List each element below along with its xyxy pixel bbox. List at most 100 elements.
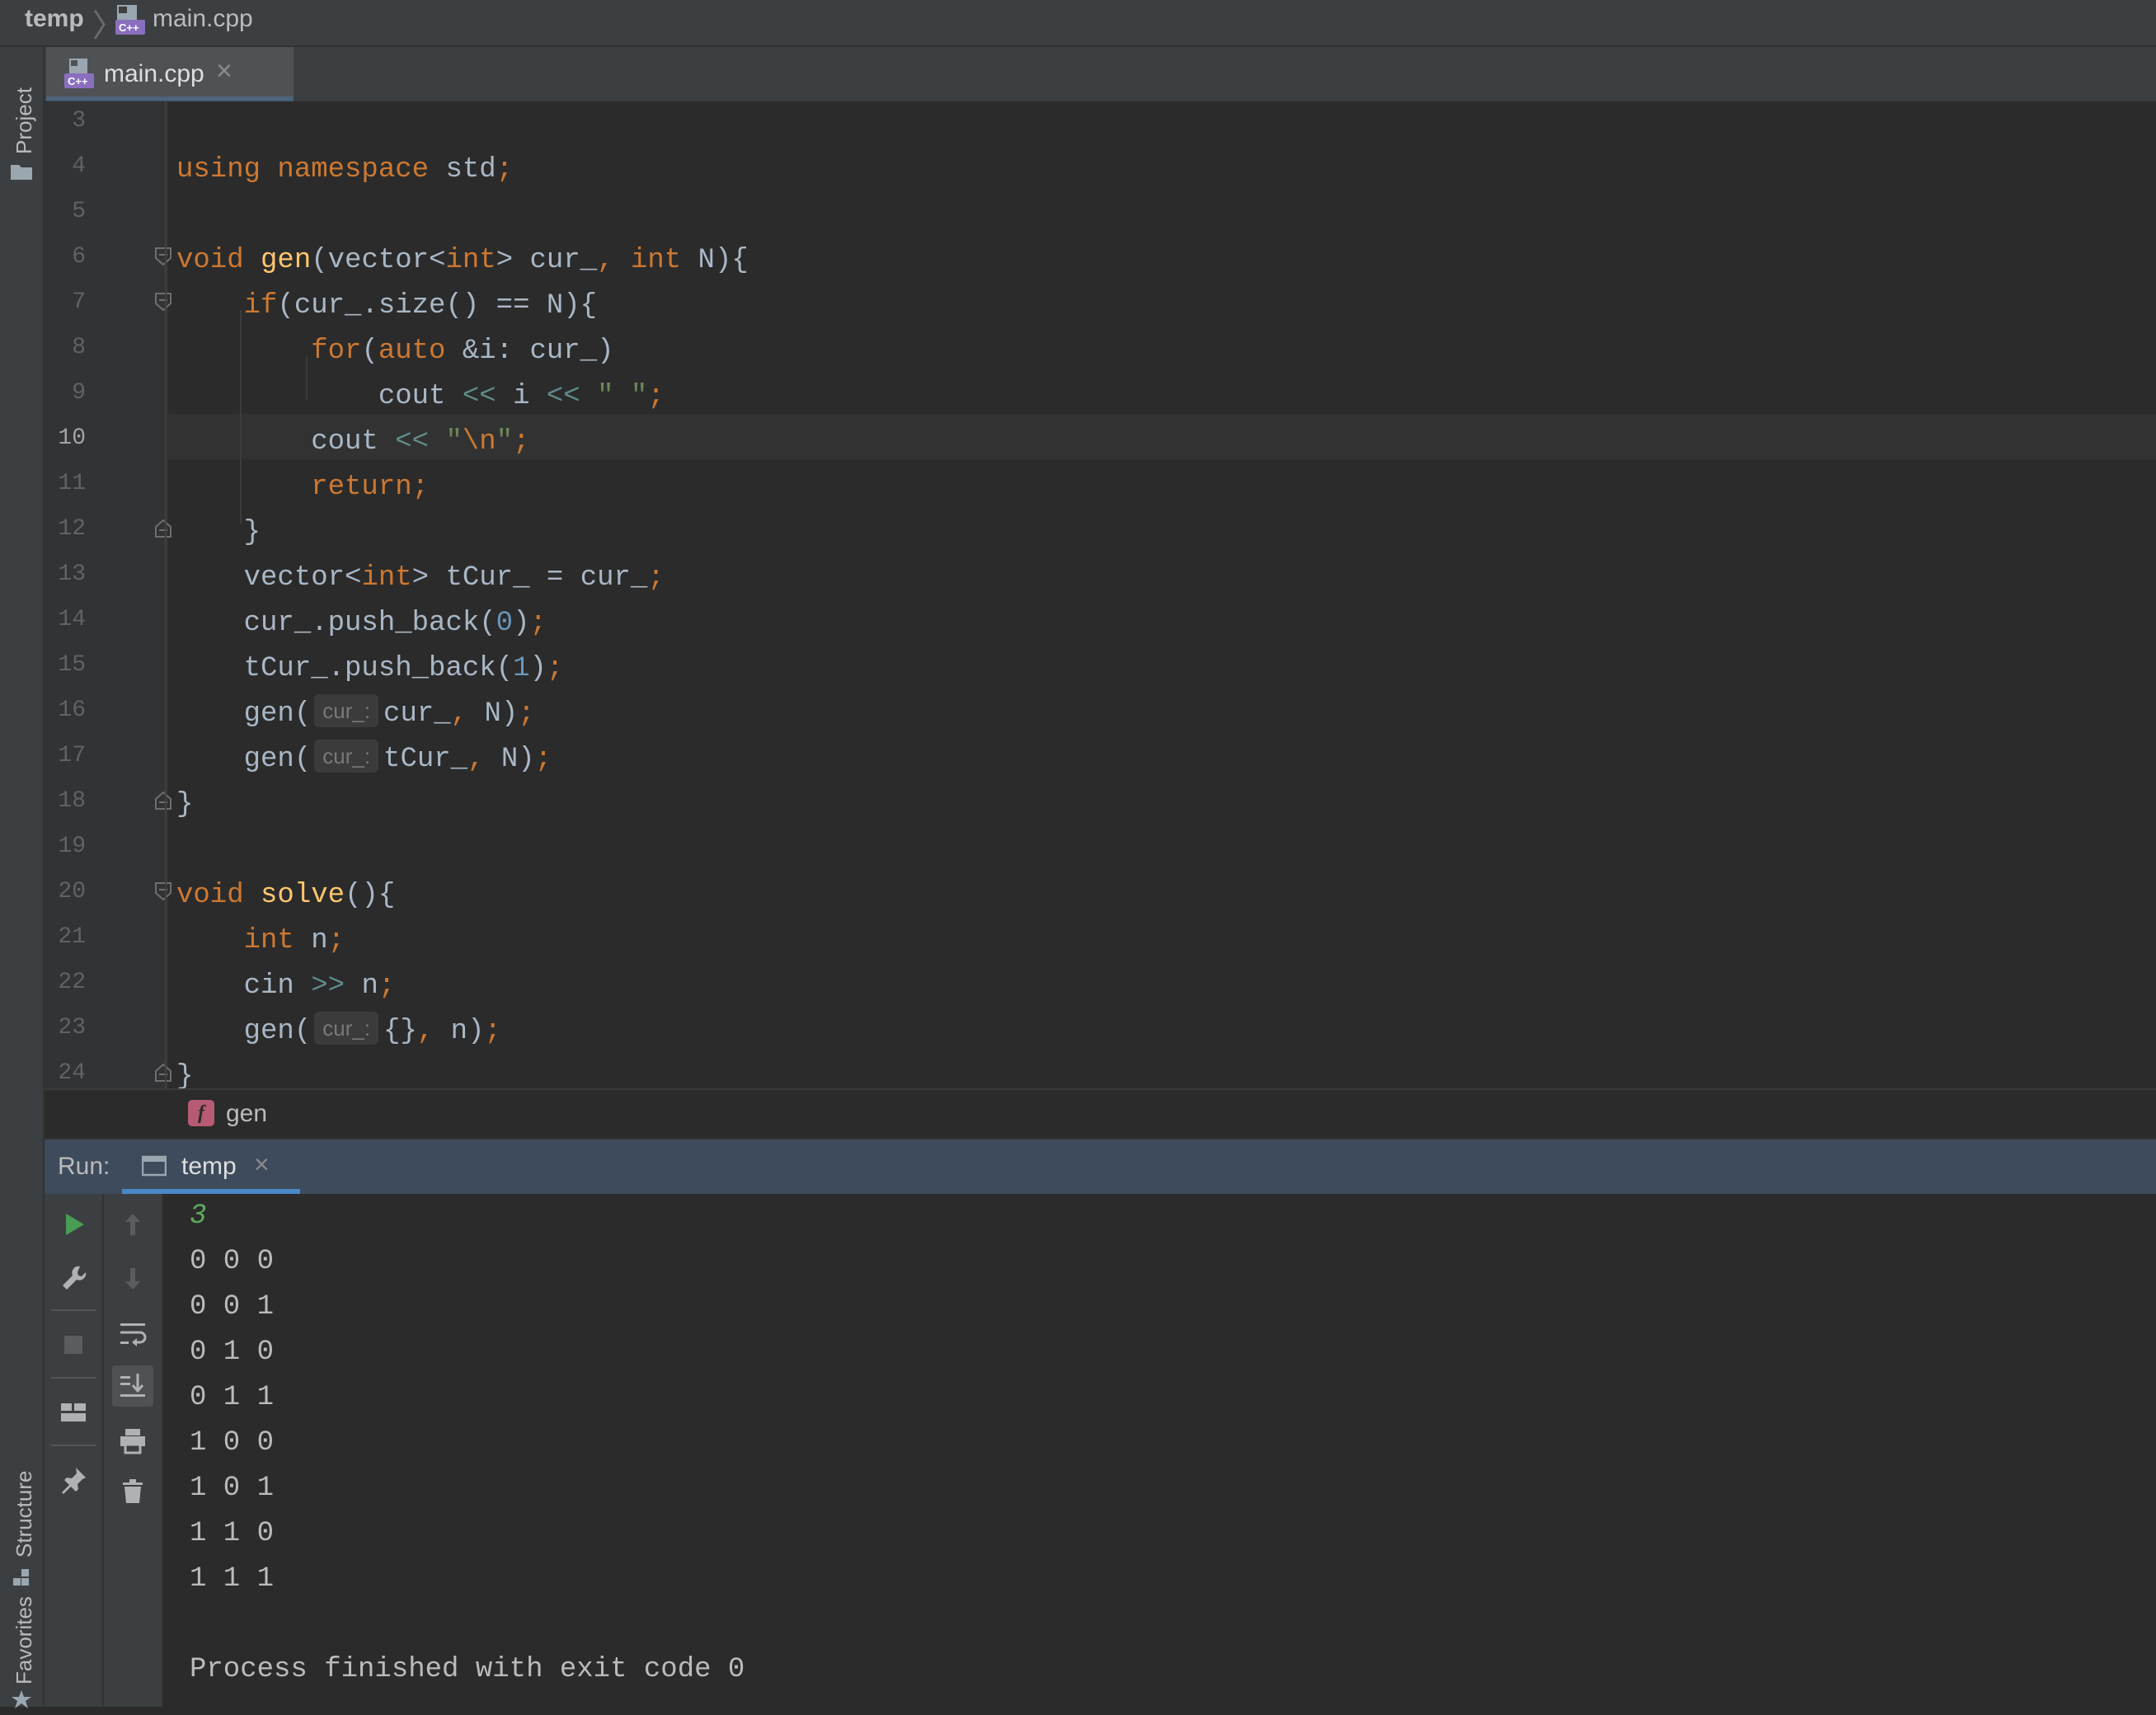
line-number: 3 <box>72 108 86 134</box>
line-number: 17 <box>58 743 86 768</box>
code-line: cin >> n; <box>176 970 396 1002</box>
code-line: if(cur_.size() == N){ <box>176 290 598 322</box>
function-icon: f <box>188 1100 214 1126</box>
run-window-title: Run: <box>58 1153 110 1180</box>
code-line: vector<int> tCur_ = cur_; <box>176 562 665 594</box>
cpp-file-icon: C++ <box>64 57 94 90</box>
scroll-to-end-icon[interactable] <box>112 1365 153 1407</box>
favorites-tool-button[interactable]: Favorites <box>0 1589 43 1708</box>
fold-close-icon[interactable] <box>155 1063 171 1082</box>
code-line: gen(cur_: tCur_, N); <box>176 737 552 782</box>
rerun-icon[interactable] <box>53 1204 94 1245</box>
line-number: 14 <box>58 607 86 632</box>
project-tool-label: Project <box>12 87 36 154</box>
line-number: 15 <box>58 652 86 678</box>
structure-tool-label: Structure <box>12 1470 36 1558</box>
line-number: 12 <box>58 516 86 542</box>
parameter-hint: cur_: <box>314 740 379 773</box>
fold-open-icon[interactable] <box>155 247 171 266</box>
line-number: 4 <box>72 153 86 179</box>
toolbar-separator <box>51 1445 96 1446</box>
code-line: void solve(){ <box>176 880 396 911</box>
arrow-down-icon[interactable] <box>112 1258 153 1299</box>
console-line: 1 1 0 <box>190 1518 275 1549</box>
folder-icon <box>10 161 33 186</box>
project-tool-button[interactable]: Project <box>0 63 43 187</box>
code-line: gen(cur_: {}, n); <box>176 1009 501 1055</box>
line-number: 21 <box>58 924 86 950</box>
line-number: 16 <box>58 698 86 723</box>
fold-close-icon[interactable] <box>155 791 171 810</box>
line-number: 8 <box>72 335 86 360</box>
fold-close-icon[interactable] <box>155 519 171 538</box>
run-tab-label: temp <box>181 1153 237 1180</box>
console-line: 0 0 0 <box>190 1246 275 1277</box>
line-number: 20 <box>58 879 86 904</box>
code-line: tCur_.push_back(1); <box>176 653 564 684</box>
stop-icon[interactable] <box>53 1324 94 1365</box>
arrow-up-icon[interactable] <box>112 1204 153 1245</box>
line-number-current: 10 <box>58 425 86 451</box>
parameter-hint: cur_: <box>314 1012 379 1045</box>
line-number: 22 <box>58 970 86 995</box>
console-line: 0 1 1 <box>190 1382 275 1413</box>
console-line: 1 1 1 <box>190 1563 275 1595</box>
star-icon <box>10 1689 33 1715</box>
favorites-tool-label: Favorites <box>12 1596 36 1684</box>
tab-main-cpp[interactable]: C++ main.cpp × <box>46 47 294 101</box>
run-toolbar-primary <box>45 1194 104 1707</box>
code-line: gen(cur_: cur_, N); <box>176 692 535 737</box>
code-line: } <box>176 1061 194 1088</box>
console-line: 0 1 0 <box>190 1337 275 1368</box>
tab-label: main.cpp <box>104 60 204 87</box>
code-breadcrumb-function[interactable]: gen <box>226 1100 267 1128</box>
code-breadcrumb-bar: f gen <box>45 1088 2156 1139</box>
run-toolbar-secondary <box>104 1194 163 1707</box>
line-number: 19 <box>58 834 86 859</box>
run-tab-temp[interactable]: temp × <box>122 1139 300 1194</box>
console-line: 1 0 0 <box>190 1427 275 1459</box>
trash-icon[interactable] <box>112 1471 153 1512</box>
console-input-line: 3 <box>190 1200 207 1232</box>
cpp-file-icon: C++ <box>115 3 145 36</box>
code-line-current: cout << "\n"; <box>176 426 530 458</box>
svg-text:C++: C++ <box>119 21 139 34</box>
navigation-bar: temp 〉 C++ main.cpp <box>0 0 2156 47</box>
line-number: 23 <box>58 1015 86 1041</box>
layout-icon[interactable] <box>53 1392 94 1433</box>
code-line: cur_.push_back(0); <box>176 608 547 639</box>
parameter-hint: cur_: <box>314 694 379 728</box>
wrench-icon[interactable] <box>53 1258 94 1299</box>
line-number: 18 <box>58 788 86 814</box>
line-number: 5 <box>72 199 86 224</box>
code-line: using namespace std; <box>176 154 514 186</box>
line-number: 6 <box>72 244 86 270</box>
editor-tab-bar: C++ main.cpp × <box>45 47 2156 102</box>
line-number: 11 <box>58 471 86 496</box>
fold-open-icon[interactable] <box>155 293 171 312</box>
left-tool-stripe: Project Structure Favorites <box>0 47 45 1708</box>
pin-icon[interactable] <box>53 1459 94 1501</box>
console-icon <box>141 1154 167 1177</box>
fold-open-icon[interactable] <box>155 882 171 901</box>
print-icon[interactable] <box>112 1420 153 1461</box>
code-line: int n; <box>176 925 345 956</box>
toolbar-separator <box>51 1377 96 1379</box>
breadcrumb-file[interactable]: main.cpp <box>153 5 253 33</box>
code-line: cout << i << " "; <box>176 381 665 412</box>
console-line: 0 0 1 <box>190 1291 275 1323</box>
structure-tool-button[interactable]: Structure <box>0 1416 43 1597</box>
console-exit-message: Process finished with exit code 0 <box>190 1654 745 1685</box>
code-line: void gen(vector<int> cur_, int N){ <box>176 245 749 276</box>
tab-close-button[interactable]: × <box>216 55 233 87</box>
svg-text:C++: C++ <box>68 75 88 87</box>
line-number: 13 <box>58 561 86 587</box>
console-output[interactable]: 3 0 0 0 0 0 1 0 1 0 0 1 1 1 0 0 1 0 1 1 … <box>163 1194 2156 1707</box>
run-tab-close-button[interactable]: × <box>254 1149 270 1180</box>
breadcrumb-project[interactable]: temp <box>25 5 84 33</box>
code-editor[interactable]: 3 4 5 6 7 8 9 10 11 12 13 14 15 16 17 18… <box>45 102 2156 1088</box>
editor-gutter: 3 4 5 6 7 8 9 10 11 12 13 14 15 16 17 18… <box>45 102 171 1088</box>
line-number: 24 <box>58 1060 86 1086</box>
soft-wrap-icon[interactable] <box>112 1313 153 1354</box>
code-line: return; <box>176 472 430 503</box>
